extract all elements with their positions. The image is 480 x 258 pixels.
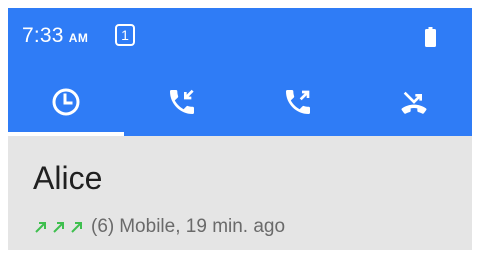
call-count: (6) [91, 216, 115, 237]
status-time: 7:33 [22, 24, 64, 47]
contact-name: Alice [33, 160, 103, 196]
status-ampm: AM [68, 31, 89, 45]
phone-type: Mobile [119, 216, 176, 237]
tab-incoming[interactable] [124, 68, 240, 136]
call-details: (6) Mobile , 19 min. ago [34, 216, 285, 238]
outgoing-arrow-icon [53, 222, 64, 233]
missed-call-icon [398, 86, 430, 118]
outgoing-arrow-icon [35, 222, 46, 233]
clock-icon [51, 87, 81, 117]
battery-icon [425, 27, 436, 52]
notification-count-badge: 1 [115, 24, 135, 46]
call-log-entry[interactable]: Alice (6) Mobile , 19 min. ago [8, 136, 472, 250]
status-bar: 7:33 AM 1 [8, 8, 472, 68]
tab-bar [8, 68, 472, 136]
incoming-call-icon [166, 86, 198, 118]
call-direction-indicators [34, 220, 88, 234]
phone-screen: 7:33 AM 1 Alice (6) Mobile , 19 min. ago [8, 8, 472, 250]
status-clock: 7:33 AM [22, 24, 88, 48]
tab-recent[interactable] [8, 68, 124, 136]
outgoing-arrow-icon [71, 222, 82, 233]
outgoing-call-icon [282, 86, 314, 118]
call-time-ago: , 19 min. ago [175, 216, 286, 237]
tab-outgoing[interactable] [240, 68, 356, 136]
tab-missed[interactable] [356, 68, 472, 136]
